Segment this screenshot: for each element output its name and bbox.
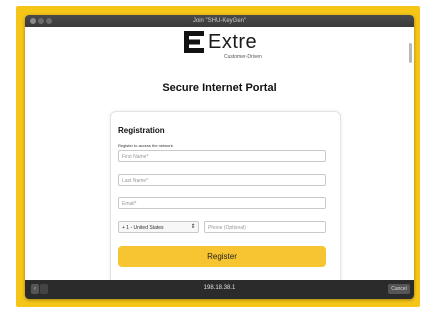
page-title: Secure Internet Portal xyxy=(162,82,277,94)
extreme-logo-icon xyxy=(184,31,204,53)
brand-name: Extre xyxy=(208,31,258,53)
url-display: 198.18.38.1 xyxy=(203,285,236,291)
page-content: Extre Customer-Driven Secure Internet Po… xyxy=(25,27,414,280)
window-title: Join "SHU-KeyGen" xyxy=(192,18,247,24)
title-bar: Join "SHU-KeyGen" xyxy=(25,15,414,27)
email-field[interactable]: Email* xyxy=(118,197,326,209)
registration-card: Registration Register to access the netw… xyxy=(110,111,341,280)
first-name-field[interactable]: First Name* xyxy=(118,150,326,162)
country-code-select[interactable]: + 1 - United States ⇕ xyxy=(118,221,199,233)
register-button[interactable]: Register xyxy=(118,246,326,267)
brand-tagline: Customer-Driven xyxy=(224,54,262,60)
cancel-button[interactable]: Cancel xyxy=(388,284,410,294)
country-code-value: + 1 - United States xyxy=(122,225,164,231)
phone-field[interactable]: Phone (Optional) xyxy=(204,221,326,233)
captive-portal-window: Join "SHU-KeyGen" Extre Customer-Driven … xyxy=(25,15,414,299)
select-arrows-icon: ⇕ xyxy=(190,224,196,230)
registration-subtitle: Register to access the network. xyxy=(118,143,174,148)
last-name-field[interactable]: Last Name* xyxy=(118,174,326,186)
brand-logo: Extre Customer-Driven xyxy=(184,29,304,69)
scrollbar[interactable] xyxy=(409,43,412,63)
bottom-toolbar: ‹ 198.18.38.1 Cancel xyxy=(25,280,414,299)
registration-title: Registration xyxy=(118,126,165,135)
